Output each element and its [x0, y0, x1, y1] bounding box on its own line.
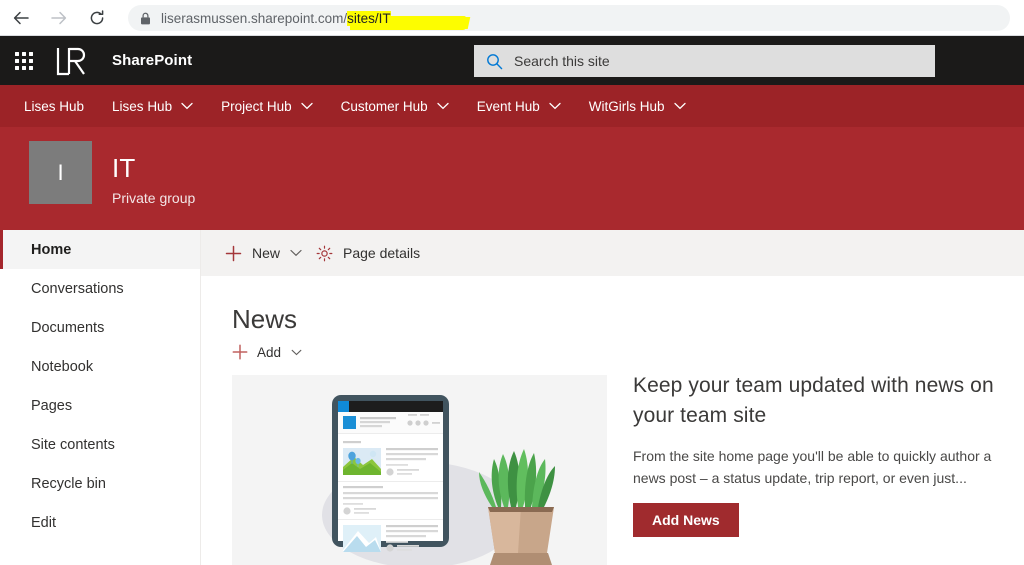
url-prefix: liserasmussen.sharepoint.com/ [161, 10, 348, 26]
sidebar-item-label: Recycle bin [31, 475, 106, 492]
site-privacy-label: Private group [112, 190, 196, 206]
chevron-down-icon [549, 102, 561, 110]
gear-icon [316, 245, 333, 262]
chevron-down-icon [437, 102, 449, 110]
sidebar-item-label: Documents [31, 319, 105, 336]
tablet-and-plant-illustration [232, 375, 607, 565]
brand-logo[interactable] [52, 36, 92, 85]
chevron-down-icon [290, 249, 302, 257]
hub-nav-label: Customer Hub [340, 98, 428, 114]
news-section-title: News [232, 304, 298, 334]
hub-navigation: Lises Hub Lises Hub Project Hub Customer… [0, 85, 1024, 127]
url-highlighted-part: sites/IT [347, 10, 391, 26]
sidebar-item-label: Edit [31, 514, 56, 531]
sidebar-item-label: Home [31, 241, 72, 258]
sidebar-item-conversations[interactable]: Conversations [0, 269, 200, 308]
news-text-block: Keep your team updated with news on your… [633, 371, 1018, 537]
site-header: I IT Private group [0, 127, 1024, 230]
lock-icon [140, 12, 151, 25]
sidebar-item-edit[interactable]: Edit [0, 503, 200, 542]
page-details-button[interactable]: Page details [316, 230, 420, 276]
sidebar-item-home[interactable]: Home [0, 230, 200, 269]
chevron-down-icon [673, 102, 686, 110]
app-launcher-icon [15, 51, 33, 70]
site-logo: I [29, 141, 92, 204]
hub-nav-item-2[interactable]: Project Hub [221, 85, 313, 127]
sidebar-item-documents[interactable]: Documents [0, 308, 200, 347]
hub-nav-label: WitGirls Hub [588, 98, 665, 114]
main-content: News Add Keep your team updated with new… [201, 276, 1024, 565]
add-label: Add [257, 344, 282, 360]
plus-icon [232, 344, 248, 360]
hub-nav-label: Project Hub [221, 98, 292, 114]
search-box[interactable] [474, 45, 935, 77]
page-title: IT [112, 153, 136, 183]
hub-nav-label: Lises Hub [112, 98, 173, 114]
suite-title[interactable]: SharePoint [112, 52, 192, 69]
search-icon [474, 45, 514, 77]
left-navigation: Home Conversations Documents Notebook Pa… [0, 230, 201, 565]
add-news-link[interactable]: Add [232, 344, 302, 360]
add-news-button[interactable]: Add News [633, 503, 739, 537]
sharepoint-site-page: liserasmussen.sharepoint.com/sites/IT Sh… [0, 0, 1024, 565]
hub-nav-item-0[interactable]: Lises Hub [24, 85, 84, 127]
sidebar-item-notebook[interactable]: Notebook [0, 347, 200, 386]
forward-arrow-icon [50, 9, 68, 27]
command-bar: New Page details [201, 230, 1024, 276]
news-headline[interactable]: Keep your team updated with news on your… [633, 371, 1018, 431]
news-card-image[interactable] [232, 375, 607, 565]
lr-monogram-icon [56, 47, 86, 75]
chevron-down-icon [291, 349, 302, 356]
back-button[interactable] [4, 1, 38, 35]
reload-icon [88, 9, 106, 27]
sidebar-item-pages[interactable]: Pages [0, 386, 200, 425]
sidebar-item-label: Pages [31, 397, 73, 414]
sidebar-item-site-contents[interactable]: Site contents [0, 425, 200, 464]
address-bar[interactable]: liserasmussen.sharepoint.com/sites/IT [128, 5, 1010, 31]
plus-icon [225, 245, 242, 262]
search-input[interactable] [514, 46, 904, 76]
back-arrow-icon [12, 9, 30, 27]
site-logo-letter: I [57, 159, 64, 185]
new-button-label: New [252, 245, 281, 261]
app-launcher-button[interactable] [0, 36, 48, 85]
hub-nav-item-4[interactable]: Event Hub [477, 85, 561, 127]
reload-button[interactable] [80, 1, 114, 35]
sidebar-item-label: Site contents [31, 436, 115, 453]
hub-nav-item-1[interactable]: Lises Hub [112, 85, 193, 127]
hub-nav-item-3[interactable]: Customer Hub [341, 85, 449, 127]
hub-nav-label: Event Hub [476, 98, 540, 114]
hub-nav-item-5[interactable]: WitGirls Hub [589, 85, 686, 127]
news-description: From the site home page you'll be able t… [633, 448, 992, 486]
page-details-label: Page details [343, 245, 421, 261]
sidebar-item-recycle-bin[interactable]: Recycle bin [0, 464, 200, 503]
new-button[interactable]: New [225, 230, 302, 276]
forward-button[interactable] [42, 1, 76, 35]
browser-toolbar: liserasmussen.sharepoint.com/sites/IT [0, 0, 1024, 36]
hub-nav-label: Lises Hub [24, 98, 85, 114]
sidebar-item-label: Notebook [31, 358, 94, 375]
url-text: liserasmussen.sharepoint.com/sites/IT [161, 10, 391, 26]
chevron-down-icon [181, 102, 193, 110]
chevron-down-icon [300, 102, 313, 110]
sidebar-item-label: Conversations [31, 280, 124, 297]
